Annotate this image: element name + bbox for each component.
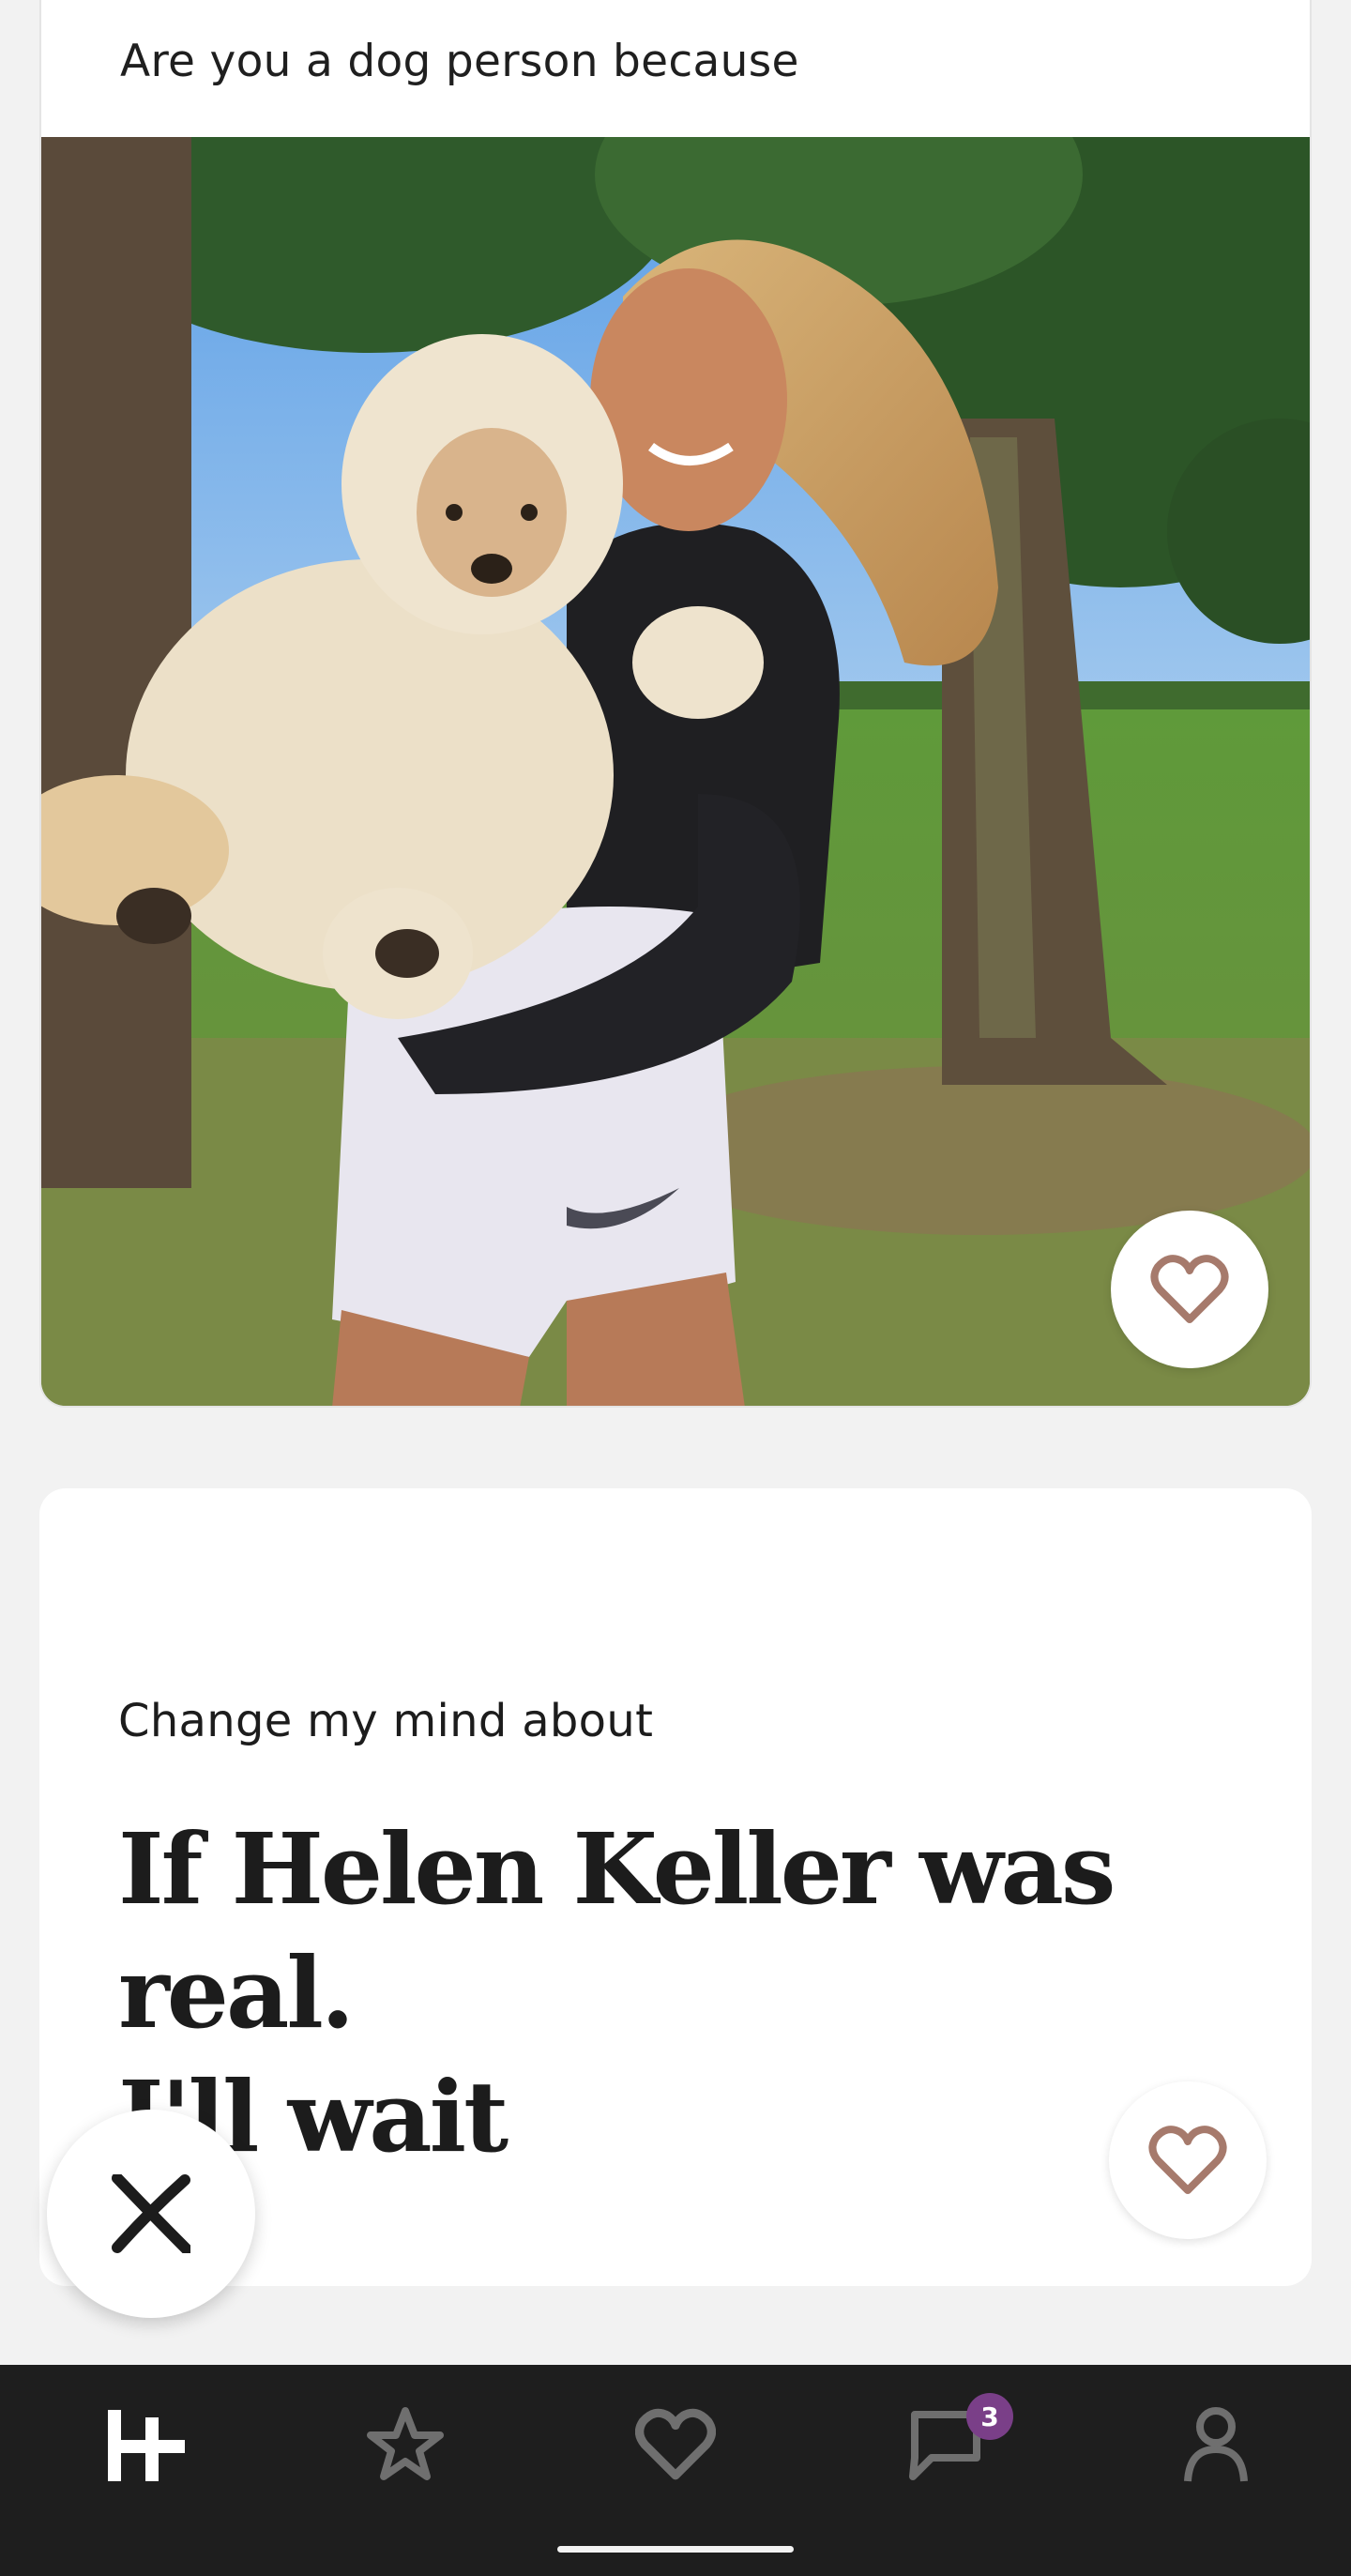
bottom-navigation [0,2365,1351,2576]
star-icon [367,2407,444,2480]
home-indicator[interactable] [557,2546,794,2553]
heart-outline-icon [1150,1255,1229,1323]
profile-photo-image [41,137,1310,1406]
nav-profile[interactable] [1081,2365,1351,2524]
prompt-answer-line-2: I'll wait [118,2059,509,2174]
photo-prompt-card: Are you a dog person because [39,0,1312,1408]
nav-matches[interactable] [811,2365,1081,2524]
photo-caption-bar: Are you a dog person because [41,0,1310,137]
photo-caption: Are you a dog person because [120,36,799,87]
heart-outline-icon [1148,2126,1227,2194]
like-prompt-button[interactable] [1109,2081,1267,2239]
like-photo-button[interactable] [1111,1211,1268,1368]
nav-standouts[interactable] [270,2365,540,2524]
prompt-label: Change my mind about [118,1695,654,1747]
nav-likes[interactable] [540,2365,811,2524]
heart-icon [635,2408,716,2480]
hinge-logo-icon [108,2410,185,2481]
profile-photo[interactable] [41,137,1310,1406]
prompt-answer: If Helen Keller was real. I'll wait [118,1807,1244,2179]
close-x-icon [112,2174,190,2253]
profile-icon [1184,2407,1248,2482]
skip-button[interactable] [47,2110,255,2318]
prompt-answer-line-1: If Helen Keller was real. [118,1811,1116,2050]
messages-badge: 3 [966,2393,1013,2440]
nav-home[interactable] [11,2365,281,2524]
